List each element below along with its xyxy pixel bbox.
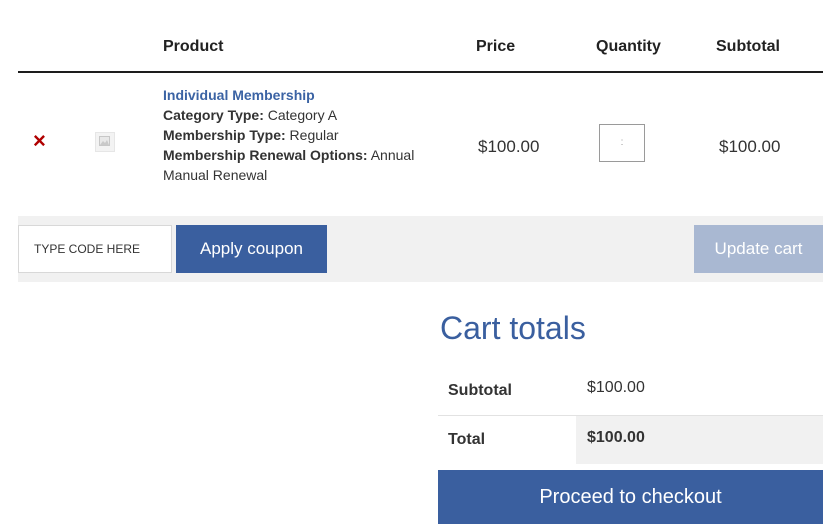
product-name-link[interactable]: Individual Membership — [163, 85, 463, 105]
proceed-to-checkout-button[interactable]: Proceed to checkout — [438, 470, 823, 524]
total-value: $100.00 — [587, 429, 645, 446]
total-label: Total — [448, 431, 486, 448]
subtotal-value: $100.00 — [587, 379, 645, 396]
cart-item-row: × Individual Membership Category Type: C… — [18, 73, 823, 219]
cart-table-header: Product Price Quantity Subtotal — [18, 18, 823, 73]
cart-totals-title: Cart totals — [440, 310, 586, 346]
quantity-input[interactable]: : — [599, 124, 645, 162]
meta-membership-type-value: Regular — [289, 127, 339, 143]
coupon-code-input[interactable]: TYPE CODE HERE — [18, 225, 172, 273]
meta-category-label: Category Type: — [163, 107, 264, 123]
meta-renewal: Membership Renewal Options: Annual Manua… — [163, 145, 463, 185]
total-row: Total $100.00 — [438, 416, 823, 464]
meta-membership-type-label: Membership Type: — [163, 127, 286, 143]
meta-membership-type: Membership Type: Regular — [163, 125, 463, 145]
cart-actions: TYPE CODE HERE Apply coupon Update cart — [18, 216, 823, 282]
subtotal-label: Subtotal — [448, 382, 512, 399]
item-subtotal: $100.00 — [719, 137, 781, 156]
header-quantity: Quantity — [596, 38, 661, 55]
header-subtotal: Subtotal — [716, 38, 780, 55]
header-product: Product — [163, 38, 224, 55]
subtotal-row: Subtotal $100.00 — [438, 365, 823, 416]
update-cart-button[interactable]: Update cart — [694, 225, 823, 273]
apply-coupon-button[interactable]: Apply coupon — [176, 225, 327, 273]
cart-table: Product Price Quantity Subtotal × Indivi… — [18, 18, 823, 219]
header-price: Price — [476, 38, 516, 55]
remove-item-icon[interactable]: × — [33, 130, 46, 152]
meta-category: Category Type: Category A — [163, 105, 463, 125]
meta-category-value: Category A — [267, 107, 338, 123]
meta-renewal-label: Membership Renewal Options: — [163, 147, 368, 163]
image-placeholder-icon[interactable] — [95, 132, 115, 152]
product-details: Individual Membership Category Type: Cat… — [163, 85, 463, 185]
item-price: $100.00 — [478, 137, 540, 156]
